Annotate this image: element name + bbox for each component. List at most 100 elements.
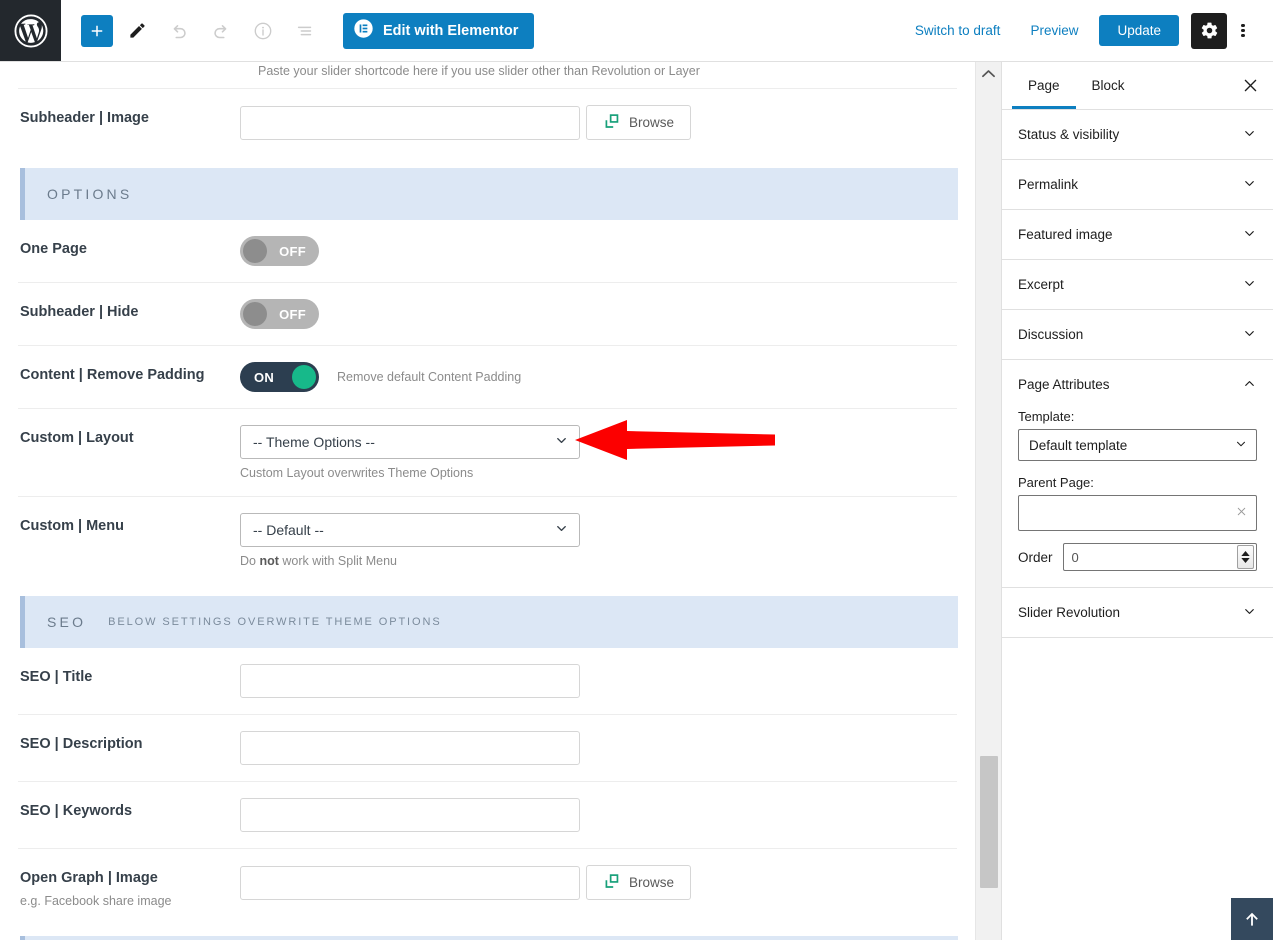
section-banner-subtitle: BELOW SETTINGS OVERWRITE THEME OPTIONS [108, 616, 442, 628]
content-scrollbar[interactable] [975, 62, 1001, 940]
field-row-seo-keywords: SEO | Keywords [18, 781, 957, 848]
undo-button[interactable] [161, 13, 197, 49]
open-graph-image-browse-button[interactable]: Browse [586, 865, 691, 900]
panel-title: Featured image [1018, 227, 1113, 242]
field-label-wrap: Content | Remove Padding [18, 362, 240, 385]
custom-layout-hint: Custom Layout overwrites Theme Options [240, 466, 474, 480]
scrollbar-thumb[interactable] [980, 756, 998, 888]
field-control [240, 731, 957, 765]
field-row-content-remove-padding: Content | Remove Padding ON Remove defau… [18, 345, 957, 408]
field-label: SEO | Keywords [20, 803, 133, 819]
section-banner-title: SEO [47, 614, 87, 630]
panel-discussion: Discussion [1002, 310, 1273, 360]
chevron-down-icon [554, 433, 569, 451]
panel-title: Status & visibility [1018, 127, 1120, 142]
switch-to-draft-button[interactable]: Switch to draft [900, 23, 1016, 38]
panel-header-discussion[interactable]: Discussion [1018, 310, 1257, 359]
update-button[interactable]: Update [1099, 15, 1179, 46]
panel-header-slider-revolution[interactable]: Slider Revolution [1018, 588, 1257, 637]
field-label: Custom | Menu [20, 518, 124, 534]
panel-title: Page Attributes [1018, 377, 1110, 392]
open-graph-image-input[interactable] [240, 865, 580, 900]
scrollbar-up-button[interactable] [976, 62, 1001, 84]
field-label-wrap: Subheader | Image [18, 105, 240, 128]
field-row-open-graph-image: Open Graph | Image e.g. Facebook share i… [18, 848, 957, 924]
tab-page[interactable]: Page [1012, 62, 1076, 109]
panel-page-attributes: Page Attributes Template: Default templa… [1002, 360, 1273, 588]
field-control: OFF [240, 299, 957, 329]
template-select[interactable]: Default template [1018, 429, 1257, 461]
panel-header-featured-image[interactable]: Featured image [1018, 210, 1257, 259]
media-browse-icon [603, 113, 620, 133]
toggle-knob [292, 365, 316, 389]
field-sublabel: e.g. Facebook share image [20, 893, 172, 908]
preview-button[interactable]: Preview [1015, 23, 1093, 38]
field-row-seo-description: SEO | Description [18, 714, 957, 781]
close-sidebar-button[interactable] [1233, 69, 1267, 103]
panel-header-status-visibility[interactable]: Status & visibility [1018, 110, 1257, 159]
subheader-hide-toggle[interactable]: OFF [240, 299, 319, 329]
custom-layout-select[interactable]: -- Theme Options -- [240, 425, 580, 459]
field-label-wrap: One Page [18, 236, 240, 259]
field-label-wrap: Open Graph | Image e.g. Facebook share i… [18, 865, 240, 908]
list-view-button[interactable] [287, 13, 323, 49]
field-control: Browse [240, 105, 957, 140]
content-remove-padding-toggle[interactable]: ON [240, 362, 319, 392]
order-input[interactable]: 0 [1062, 543, 1257, 571]
redo-icon [214, 24, 227, 38]
sidebar-tabs: Page Block [1002, 62, 1273, 110]
tab-block[interactable]: Block [1076, 62, 1141, 109]
panel-title: Excerpt [1018, 277, 1064, 292]
wordpress-logo-button[interactable] [0, 0, 61, 61]
seo-keywords-input[interactable] [240, 798, 580, 832]
metabox-inner: Paste your slider shortcode here if you … [0, 62, 975, 940]
field-row-subheader-hide: Subheader | Hide OFF [18, 282, 957, 345]
edit-with-elementor-label: Edit with Elementor [383, 22, 519, 39]
undo-icon [173, 24, 186, 38]
edit-with-elementor-button[interactable]: Edit with Elementor [343, 12, 535, 49]
more-options-button[interactable] [1227, 13, 1259, 49]
toolbar-left-group: Edit with Elementor [61, 12, 535, 49]
seo-description-input[interactable] [240, 731, 580, 765]
scroll-to-top-button[interactable] [1231, 898, 1273, 940]
one-page-toggle[interactable]: OFF [240, 236, 319, 266]
chevron-down-icon [1242, 126, 1257, 144]
wordpress-logo-icon [13, 13, 48, 48]
toggle-state-label: OFF [279, 243, 306, 259]
order-stepper[interactable] [1237, 545, 1254, 569]
field-row-subheader-image: Subheader | Image Browse [18, 88, 957, 156]
field-label-wrap: Custom | Layout [18, 425, 240, 448]
elementor-icon [353, 18, 374, 43]
field-label-wrap: SEO | Description [18, 731, 240, 754]
settings-button[interactable] [1191, 12, 1227, 49]
panel-title: Slider Revolution [1018, 605, 1121, 620]
parent-page-field[interactable] [1018, 495, 1257, 531]
stepper-up-icon [1241, 551, 1250, 556]
panel-header-page-attributes[interactable]: Page Attributes [1018, 360, 1257, 409]
chevron-down-icon [554, 521, 569, 539]
browse-label: Browse [628, 115, 674, 130]
subheader-image-browse-button[interactable]: Browse [586, 105, 691, 140]
field-control: Browse [240, 865, 957, 900]
custom-menu-hint: Do not work with Split Menu [240, 554, 397, 568]
chevron-down-icon [1242, 176, 1257, 194]
gear-icon [1201, 22, 1217, 39]
custom-menu-select[interactable]: -- Default -- [240, 513, 580, 547]
panel-header-permalink[interactable]: Permalink [1018, 160, 1257, 209]
clear-icon[interactable] [1235, 505, 1248, 522]
order-value: 0 [1071, 549, 1079, 565]
tools-pencil-button[interactable] [119, 13, 155, 49]
subheader-image-input[interactable] [240, 105, 580, 140]
panel-header-excerpt[interactable]: Excerpt [1018, 260, 1257, 309]
field-label-wrap: SEO | Title [18, 664, 240, 687]
field-label-wrap: Subheader | Hide [18, 299, 240, 322]
seo-title-input[interactable] [240, 664, 580, 698]
details-info-button[interactable] [245, 13, 281, 49]
add-block-button[interactable] [81, 14, 113, 47]
kebab-menu-icon [1241, 22, 1245, 39]
field-control: -- Default -- Do not work with Split Men… [240, 513, 957, 568]
panel-title: Discussion [1018, 327, 1084, 342]
slider-shortcode-hint: Paste your slider shortcode here if you … [258, 64, 700, 78]
redo-button[interactable] [203, 13, 239, 49]
section-banner-seo: SEO BELOW SETTINGS OVERWRITE THEME OPTIO… [20, 596, 958, 648]
